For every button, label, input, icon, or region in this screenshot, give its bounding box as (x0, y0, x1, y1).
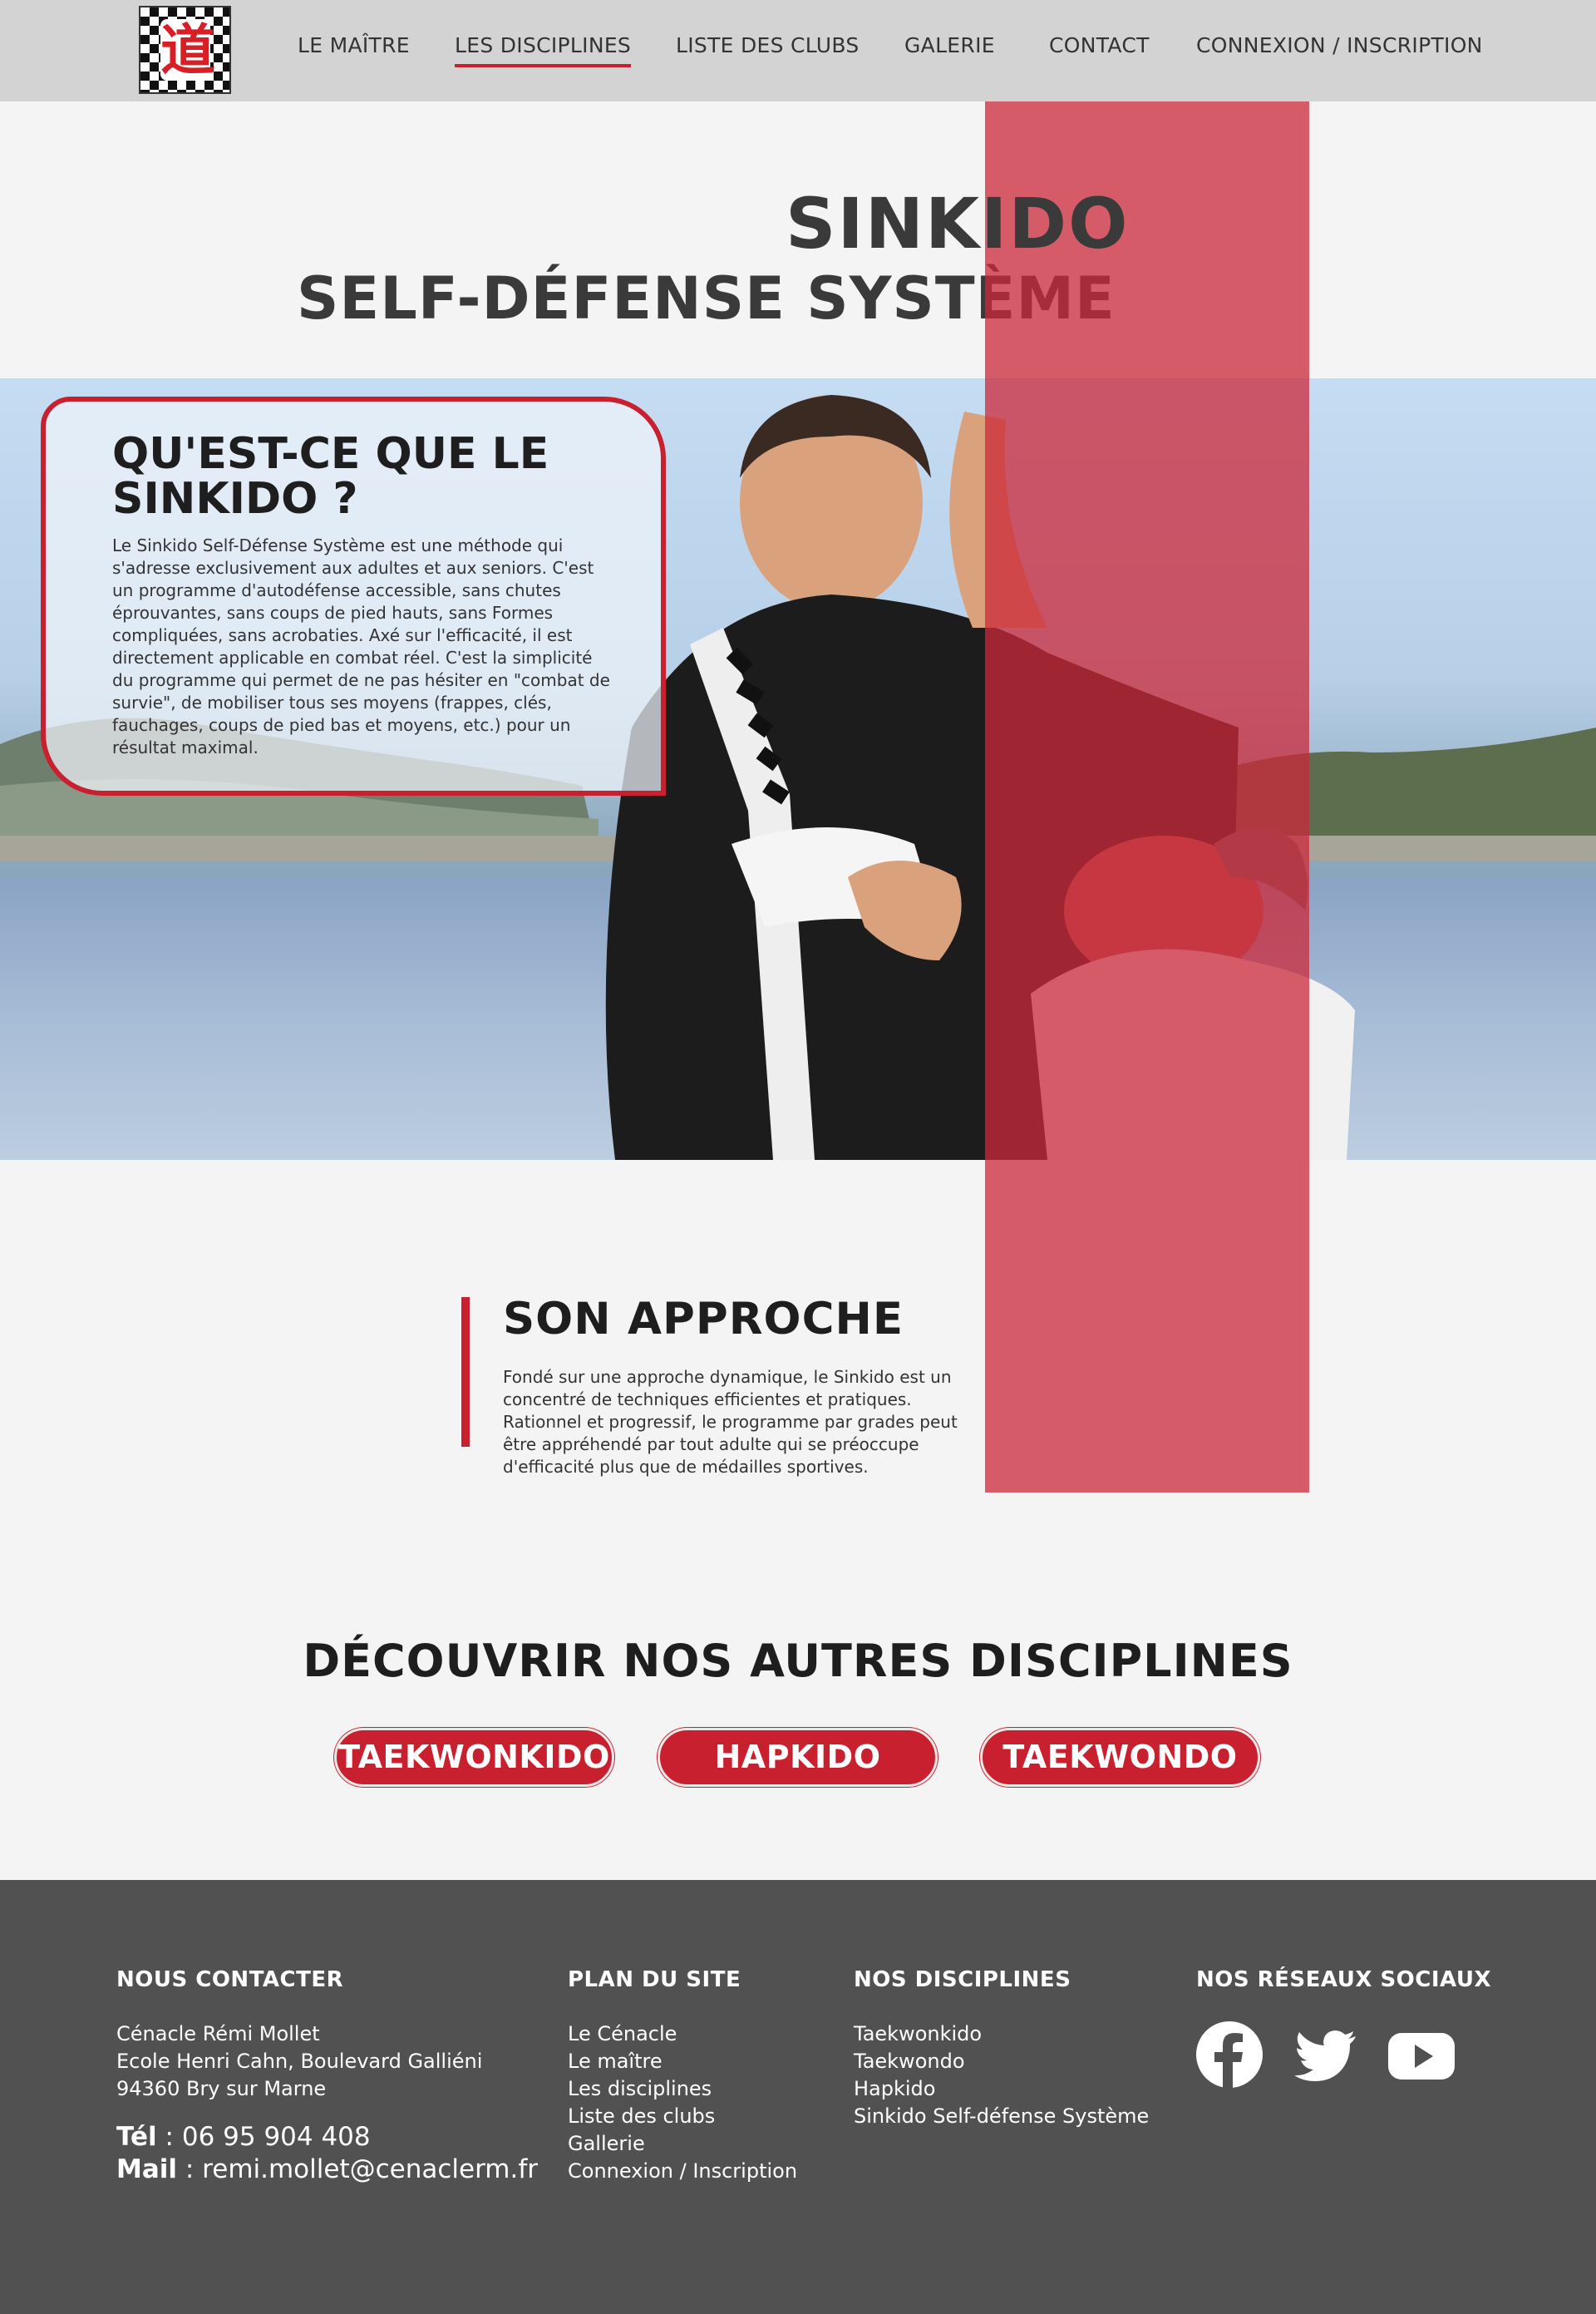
footer-address-line: 94360 Bry sur Marne (116, 2077, 327, 2100)
facebook-icon[interactable] (1196, 2021, 1263, 2088)
nav-item-connexion-inscription[interactable]: CONNEXION / INSCRIPTION (1196, 33, 1483, 57)
footer-address-line: Cénacle Rémi Mollet (116, 2022, 320, 2045)
footer-link-gallerie[interactable]: Gallerie (568, 2130, 797, 2158)
hero-title: SINKIDO (786, 183, 1130, 264)
footer-contact-column: NOUS CONTACTER Cénacle Rémi Mollet Ecole… (116, 1967, 538, 2186)
phone-label: Tél (116, 2122, 157, 2152)
email-label: Mail (116, 2154, 178, 2184)
dojo-glyph-icon: 道 (160, 17, 215, 82)
sinkido-info-card: QU'EST-CE QUE LE SINKIDO ? Le Sinkido Se… (41, 397, 666, 796)
footer-contact-heading: NOUS CONTACTER (116, 1967, 344, 1992)
nav-item-le-maitre[interactable]: LE MAÎTRE (298, 33, 410, 57)
nav-item-liste-des-clubs[interactable]: LISTE DES CLUBS (676, 33, 860, 57)
footer-link-taekwonkido[interactable]: Taekwonkido (854, 2020, 1149, 2048)
top-navigation: 道 LE MAÎTRE LES DISCIPLINES LISTE DES CL… (0, 0, 1596, 101)
footer-link-sinkido[interactable]: Sinkido Self-défense Système (854, 2103, 1149, 2130)
footer-sitemap-column: PLAN DU SITE Le Cénacle Le maître Les di… (568, 1967, 797, 2185)
phone-value: : 06 95 904 408 (156, 2122, 371, 2152)
footer-link-hapkido[interactable]: Hapkido (854, 2075, 1149, 2103)
approach-section: SON APPROCHE Fondé sur une approche dyna… (461, 1294, 977, 1478)
nav-item-galerie[interactable]: GALERIE (904, 33, 995, 57)
discover-title: DÉCOUVRIR NOS AUTRES DISCIPLINES (303, 1635, 1293, 1687)
approach-accent-bar (461, 1297, 470, 1447)
discipline-button-taekwondo[interactable]: TAEKWONDO (980, 1728, 1260, 1787)
footer-link-le-cenacle[interactable]: Le Cénacle (568, 2020, 797, 2048)
footer-social-column: NOS RÉSEAUX SOCIAUX (1196, 1967, 1491, 2020)
footer: NOUS CONTACTER Cénacle Rémi Mollet Ecole… (0, 1880, 1596, 2314)
footer-address-line: Ecole Henri Cahn, Boulevard Galliéni (116, 2050, 483, 2073)
footer-link-taekwondo[interactable]: Taekwondo (854, 2048, 1149, 2075)
approach-text: Fondé sur une approche dynamique, le Sin… (503, 1367, 958, 1477)
footer-link-les-disciplines[interactable]: Les disciplines (568, 2075, 797, 2103)
nav-item-contact[interactable]: CONTACT (1049, 33, 1150, 57)
footer-sitemap-heading: PLAN DU SITE (568, 1967, 741, 1992)
footer-link-le-maitre[interactable]: Le maître (568, 2048, 797, 2075)
youtube-icon[interactable] (1388, 2021, 1455, 2088)
approach-title: SON APPROCHE (503, 1294, 904, 1344)
club-logo[interactable]: 道 (139, 6, 231, 94)
info-card-title: QU'EST-CE QUE LE SINKIDO ? (112, 429, 549, 524)
footer-link-connexion[interactable]: Connexion / Inscription (568, 2158, 797, 2185)
email-value: : remi.mollet@cenaclerm.fr (177, 2154, 539, 2184)
red-accent-band (985, 101, 1309, 1493)
nav-item-les-disciplines[interactable]: LES DISCIPLINES (455, 33, 632, 67)
footer-disciplines-heading: NOS DISCIPLINES (854, 1967, 1071, 1992)
footer-disciplines-column: NOS DISCIPLINES Taekwonkido Taekwondo Ha… (854, 1967, 1149, 2130)
footer-link-liste-des-clubs[interactable]: Liste des clubs (568, 2103, 797, 2130)
twitter-icon[interactable] (1293, 2021, 1359, 2088)
discipline-button-hapkido[interactable]: HAPKIDO (658, 1728, 938, 1787)
footer-email[interactable]: Mail : remi.mollet@cenaclerm.fr (116, 2154, 538, 2186)
info-card-text: Le Sinkido Self-Défense Système est une … (112, 535, 610, 757)
footer-phone[interactable]: Tél : 06 95 904 408 (116, 2121, 538, 2154)
discipline-button-taekwonkido[interactable]: TAEKWONKIDO (334, 1728, 614, 1787)
footer-social-heading: NOS RÉSEAUX SOCIAUX (1196, 1967, 1492, 1992)
